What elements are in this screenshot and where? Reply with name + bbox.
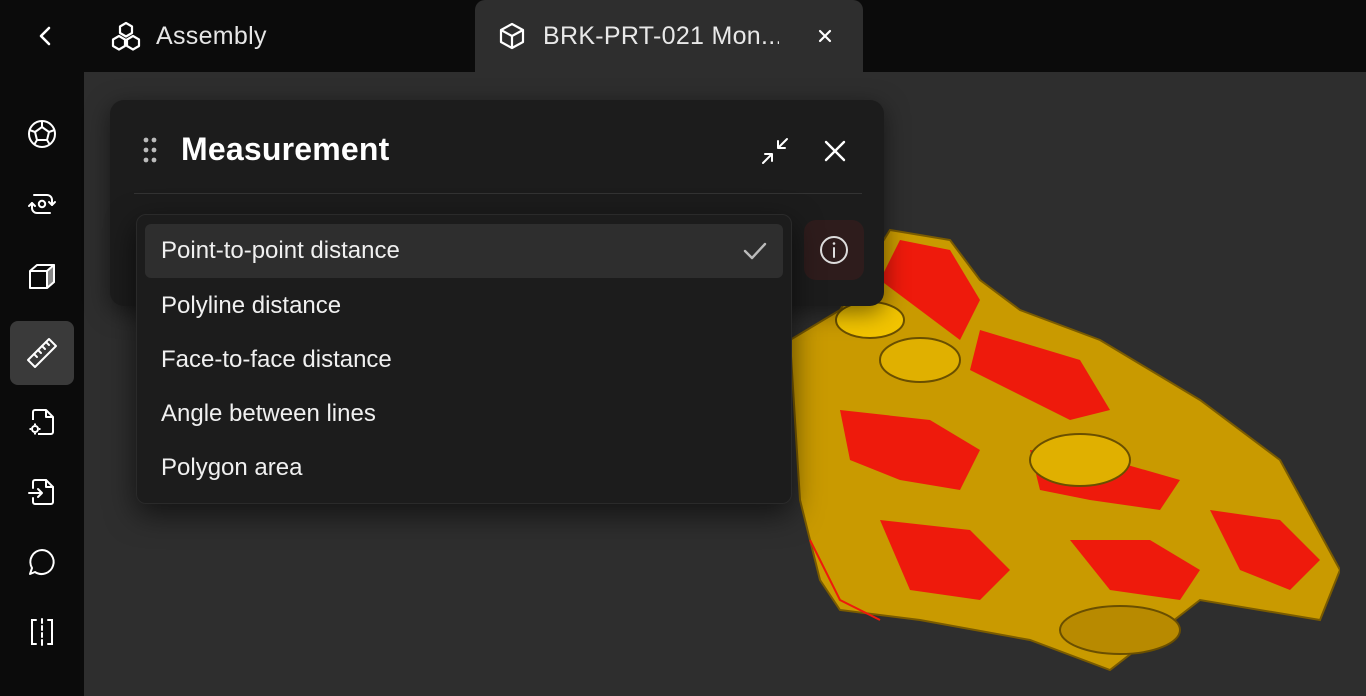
ruler-icon xyxy=(27,338,57,368)
sidebar-item-import[interactable] xyxy=(10,460,74,524)
assembly-icon xyxy=(111,21,141,51)
tab-assembly-label: Assembly xyxy=(156,21,267,50)
sidebar-item-comments[interactable] xyxy=(10,530,74,594)
option-label: Point-to-point distance xyxy=(161,237,400,264)
file-import-icon xyxy=(28,479,54,505)
top-bar: Assembly BRK-PRT-021 Mon... xyxy=(0,0,1366,72)
tab-close-button[interactable] xyxy=(811,22,839,50)
info-button[interactable] xyxy=(804,220,864,280)
back-button[interactable] xyxy=(22,14,70,58)
option-polyline[interactable]: Polyline distance xyxy=(145,279,783,333)
sidebar-item-views[interactable] xyxy=(10,244,74,308)
sidebar-item-rotate-view[interactable] xyxy=(10,172,74,236)
option-angle-between-lines[interactable]: Angle between lines xyxy=(145,387,783,441)
sidebar xyxy=(0,72,84,696)
checkmark-icon xyxy=(743,242,767,260)
polyhedron-icon xyxy=(28,120,56,148)
section-icon xyxy=(31,618,53,646)
comment-icon xyxy=(29,549,55,575)
sidebar-item-model-tree[interactable] xyxy=(10,102,74,166)
option-polygon-area[interactable]: Polygon area xyxy=(145,441,783,495)
option-label: Polygon area xyxy=(161,454,303,481)
sidebar-item-measure[interactable] xyxy=(10,321,74,385)
close-icon xyxy=(818,29,832,43)
option-label: Polyline distance xyxy=(161,292,342,319)
option-point-to-point[interactable]: Point-to-point distance xyxy=(145,224,783,278)
info-icon xyxy=(820,236,848,264)
collapse-icon xyxy=(762,138,788,164)
tab-assembly[interactable]: Assembly xyxy=(100,0,277,72)
file-settings-icon xyxy=(29,409,54,435)
chevron-left-icon xyxy=(39,26,51,46)
panel-divider xyxy=(134,193,862,194)
collapse-button[interactable] xyxy=(758,134,792,168)
option-label: Face-to-face distance xyxy=(161,346,392,373)
sidebar-item-file-settings[interactable] xyxy=(10,390,74,454)
panel-close-button[interactable] xyxy=(818,134,852,168)
cube-icon xyxy=(497,21,527,51)
cube-view-icon xyxy=(29,264,55,289)
panel-title: Measurement xyxy=(181,131,390,167)
tab-part[interactable]: BRK-PRT-021 Mon... xyxy=(475,0,863,72)
close-icon xyxy=(824,140,846,162)
option-label: Angle between lines xyxy=(161,400,376,427)
drag-handle-icon[interactable] xyxy=(142,136,158,164)
option-face-to-face[interactable]: Face-to-face distance xyxy=(145,333,783,387)
tab-part-label: BRK-PRT-021 Mon... xyxy=(543,21,779,50)
measurement-type-dropdown: Point-to-point distance Polyline distanc… xyxy=(136,214,792,504)
rotate-view-icon xyxy=(28,194,56,214)
sidebar-item-section[interactable] xyxy=(10,600,74,664)
